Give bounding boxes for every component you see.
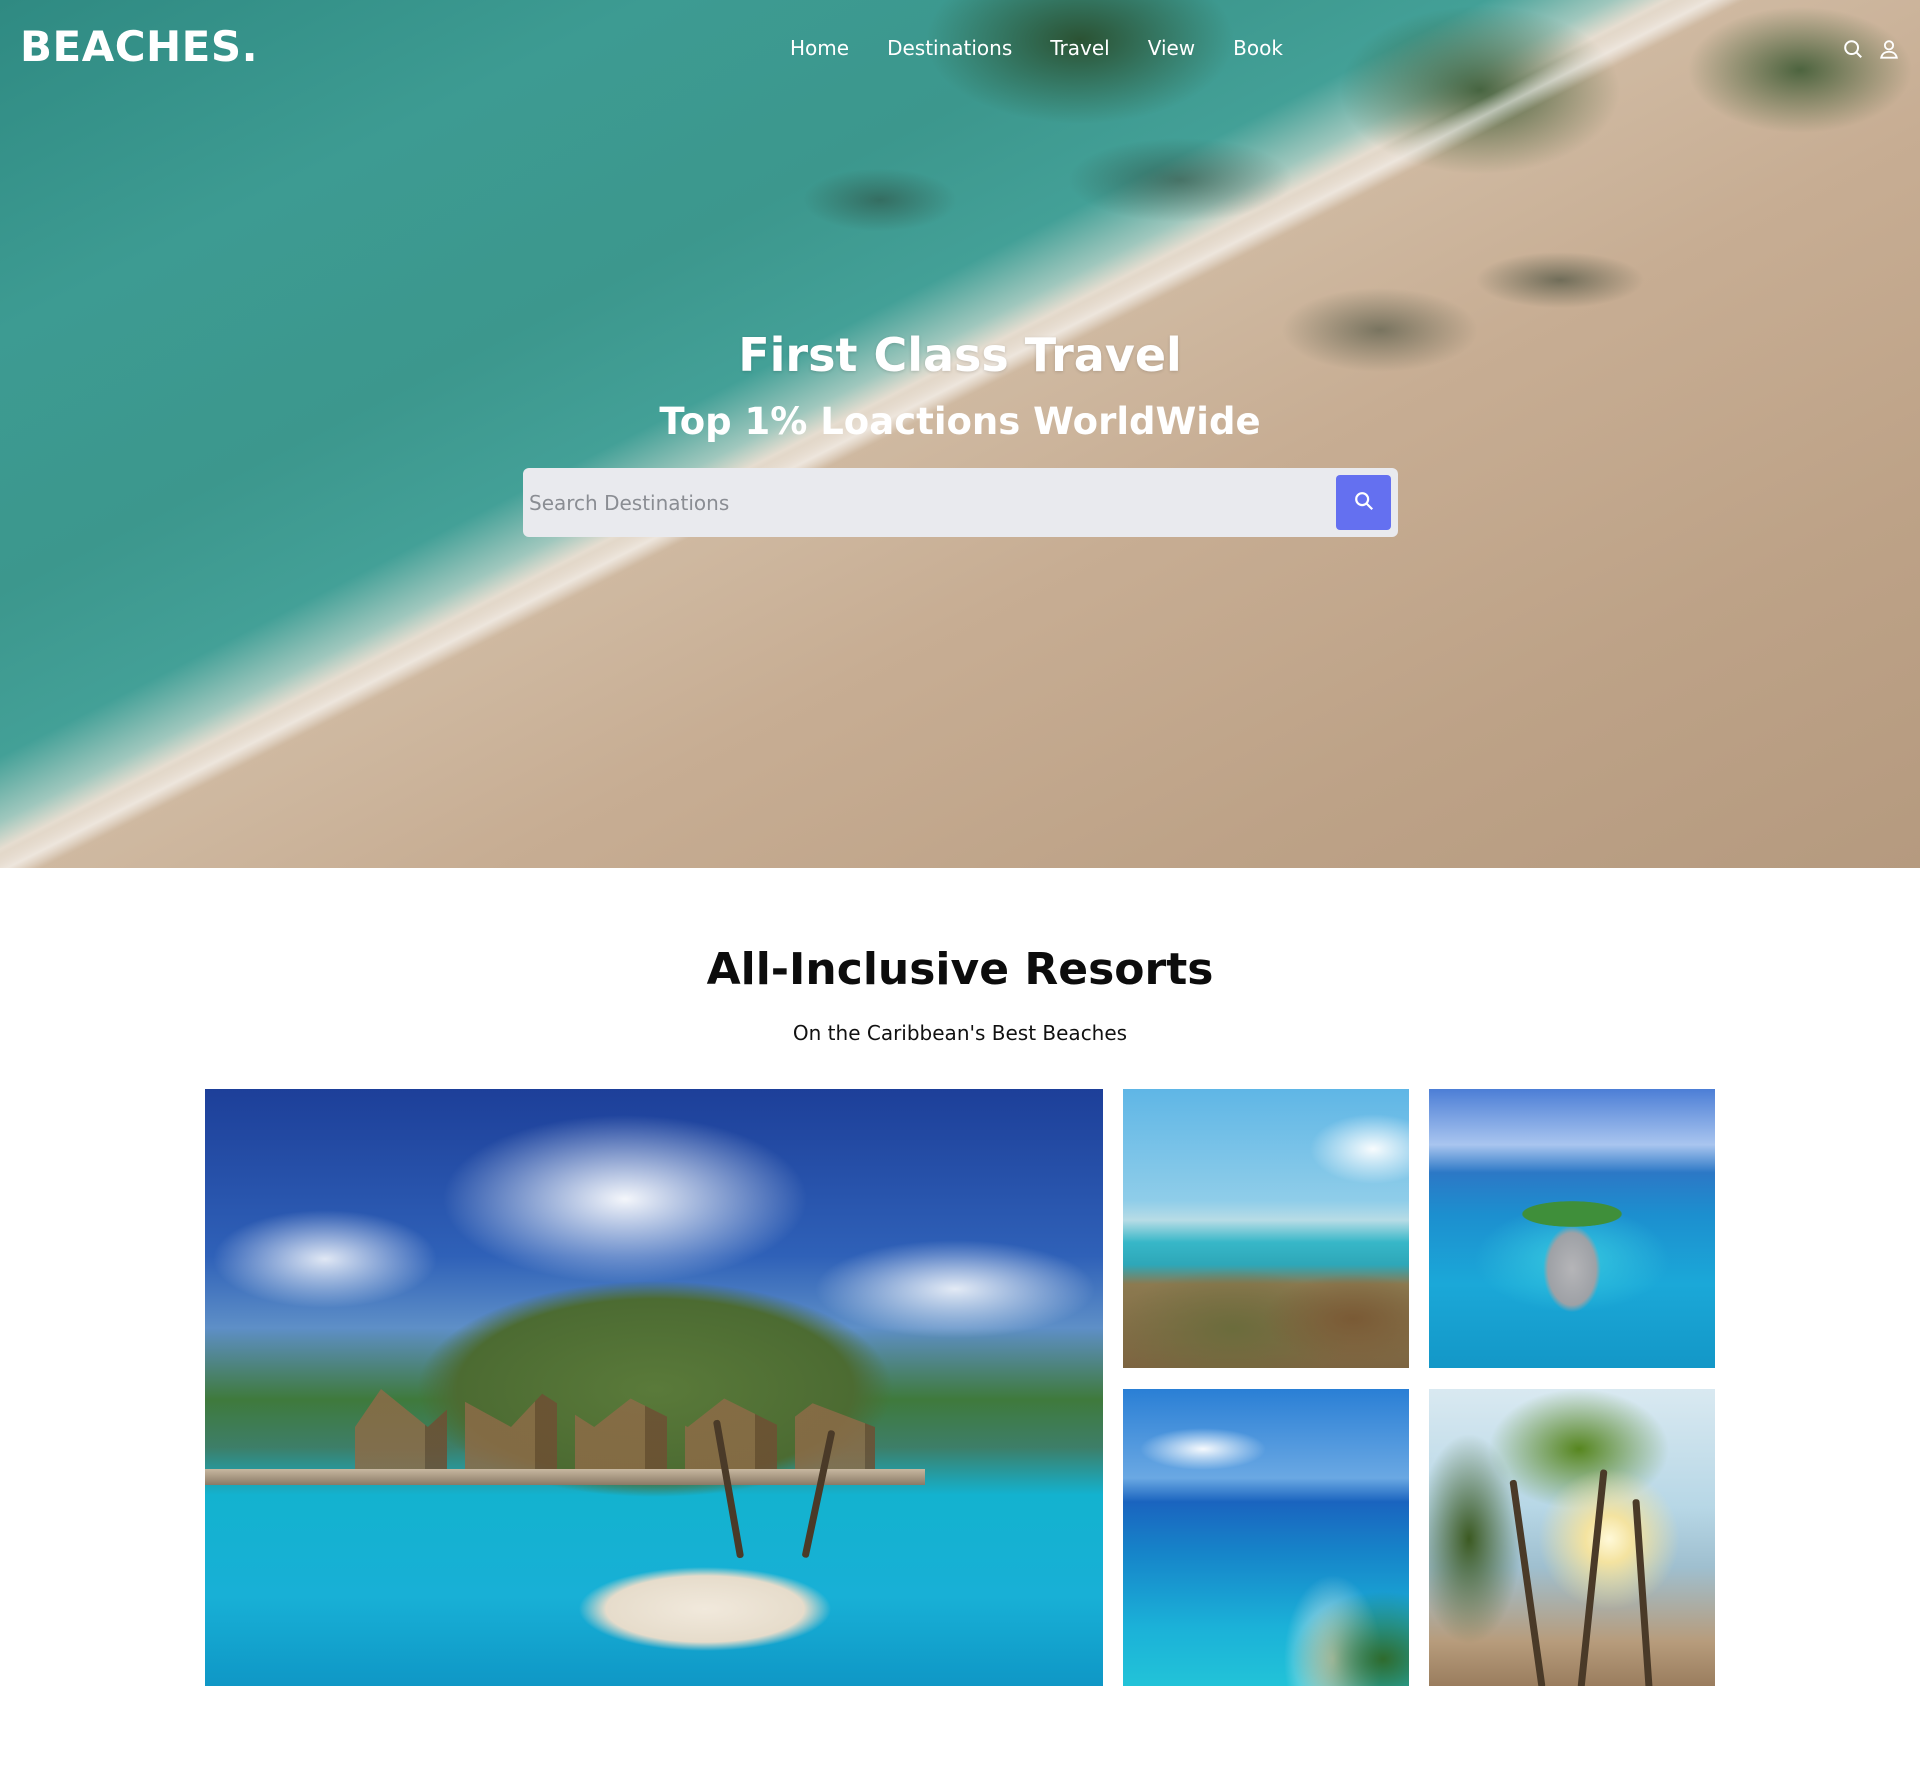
nav-view[interactable]: View xyxy=(1148,36,1195,60)
hero-subtitle: Top 1% Loactions WorldWide xyxy=(659,400,1261,443)
logo[interactable]: BEACHES. xyxy=(20,22,258,71)
resort-image-palm-trees[interactable] xyxy=(1429,1389,1715,1686)
search-bar xyxy=(523,468,1398,537)
section-title: All-Inclusive Resorts xyxy=(706,944,1214,995)
resort-image-island-aerial[interactable] xyxy=(1429,1089,1715,1368)
palm-trunk xyxy=(1509,1479,1546,1686)
resort-image-bora-bora[interactable] xyxy=(205,1089,1103,1686)
section-subtitle: On the Caribbean's Best Beaches xyxy=(792,1021,1128,1045)
search-input[interactable] xyxy=(523,468,1336,537)
resort-image-coastline[interactable] xyxy=(1123,1089,1409,1368)
hero: BEACHES. Home Destinations Travel View B… xyxy=(0,0,1920,868)
nav-book[interactable]: Book xyxy=(1233,36,1283,60)
palm-trunk xyxy=(1632,1498,1653,1686)
nav-icons xyxy=(1842,38,1900,60)
search-button[interactable] xyxy=(1336,475,1391,530)
nav-destinations[interactable]: Destinations xyxy=(887,36,1012,60)
nav-home[interactable]: Home xyxy=(790,36,849,60)
resort-image-ocean-shore[interactable] xyxy=(1123,1389,1409,1686)
main-nav: Home Destinations Travel View Book xyxy=(790,36,1321,60)
user-icon[interactable] xyxy=(1878,38,1900,60)
search-icon xyxy=(1353,490,1375,515)
nav-travel[interactable]: Travel xyxy=(1050,36,1109,60)
palm-trunk xyxy=(1577,1469,1608,1686)
hero-title: First Class Travel xyxy=(738,328,1182,382)
search-icon[interactable] xyxy=(1842,38,1864,60)
